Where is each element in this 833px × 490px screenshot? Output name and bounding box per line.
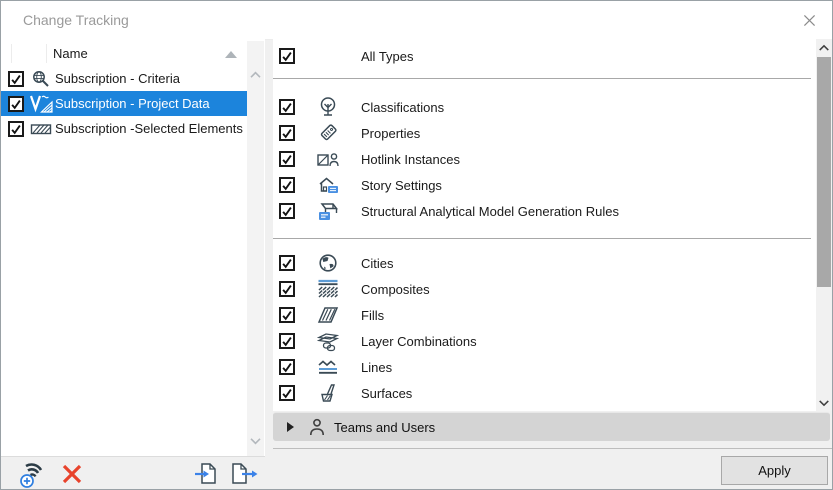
type-row-story-settings[interactable]: Story Settings [273, 172, 813, 198]
checkbox[interactable] [279, 125, 295, 141]
list-header: Name [1, 41, 247, 67]
subscription-label: Subscription - Project Data [55, 96, 210, 111]
import-icon[interactable] [193, 460, 222, 487]
project-data-icon [29, 94, 53, 114]
lines-icon [315, 355, 341, 379]
scroll-up-icon[interactable] [248, 67, 263, 82]
cities-icon [315, 251, 341, 275]
type-label: Layer Combinations [361, 334, 477, 349]
column-separator [11, 44, 12, 63]
type-row-composites[interactable]: Composites [273, 276, 813, 302]
column-separator [46, 44, 47, 63]
right-scrollbar[interactable] [816, 39, 832, 411]
type-row-properties[interactable]: Properties [273, 120, 813, 146]
left-scrollbar[interactable] [247, 41, 264, 456]
apply-button[interactable]: Apply [721, 456, 828, 485]
type-row-lines[interactable]: Lines [273, 354, 813, 380]
type-row-layer-combinations[interactable]: Layer Combinations [273, 328, 813, 354]
title-bar: Change Tracking [1, 1, 832, 40]
type-label: Cities [361, 256, 394, 271]
subscriptions-panel: Name Subscription - Criteria [1, 39, 265, 456]
scroll-down-icon[interactable] [248, 434, 263, 449]
criteria-search-icon [29, 69, 53, 89]
change-tracking-dialog: Change Tracking Name Subs [0, 0, 833, 490]
checkbox[interactable] [8, 96, 24, 112]
composites-icon [315, 277, 341, 301]
type-label: Story Settings [361, 178, 442, 193]
footer-divider [273, 448, 832, 449]
type-row-cities[interactable]: Cities [273, 250, 813, 276]
scroll-down-icon[interactable] [816, 395, 832, 411]
checkbox[interactable] [279, 385, 295, 401]
change-types-panel: All Types Classifications [273, 39, 832, 411]
fills-icon [315, 303, 341, 327]
checkbox[interactable] [8, 71, 24, 87]
type-row-structural-rules[interactable]: Structural Analytical Model Generation R… [273, 198, 813, 224]
subscription-row-criteria[interactable]: Subscription - Criteria [1, 66, 247, 91]
type-label: Composites [361, 282, 430, 297]
person-icon [307, 417, 327, 437]
scrollbar-thumb[interactable] [817, 57, 831, 287]
type-row-fills[interactable]: Fills [273, 302, 813, 328]
checkbox[interactable] [279, 99, 295, 115]
checkbox[interactable] [279, 307, 295, 323]
teams-and-users-bar[interactable]: Teams and Users [273, 412, 830, 441]
checkbox[interactable] [279, 359, 295, 375]
teams-and-users-label: Teams and Users [334, 420, 435, 435]
checkbox[interactable] [279, 48, 295, 64]
type-label: Classifications [361, 100, 444, 115]
delete-icon[interactable] [59, 461, 85, 487]
checkbox[interactable] [279, 203, 295, 219]
structural-rules-icon [315, 199, 341, 223]
type-label: Fills [361, 308, 384, 323]
sort-ascending-icon[interactable] [225, 51, 237, 58]
type-label: All Types [361, 49, 414, 64]
type-row-classifications[interactable]: Classifications [273, 94, 813, 120]
checkbox[interactable] [279, 151, 295, 167]
surfaces-icon [315, 381, 341, 405]
checkbox[interactable] [279, 333, 295, 349]
type-label: Structural Analytical Model Generation R… [361, 204, 619, 219]
group-divider [273, 238, 811, 239]
checkbox[interactable] [279, 281, 295, 297]
type-row-hotlink-instances[interactable]: Hotlink Instances [273, 146, 813, 172]
story-settings-icon [315, 173, 341, 197]
type-label: Surfaces [361, 386, 412, 401]
type-label: Hotlink Instances [361, 152, 460, 167]
classifications-icon [315, 95, 341, 119]
hotlink-instances-icon [315, 147, 341, 171]
checkbox[interactable] [279, 177, 295, 193]
export-icon[interactable] [229, 460, 260, 487]
type-row-surfaces[interactable]: Surfaces [273, 380, 813, 406]
checkbox[interactable] [8, 121, 24, 137]
subscription-row-selected-elements[interactable]: Subscription -Selected Elements [1, 116, 247, 141]
clipped-next-item-icon [327, 405, 343, 410]
add-subscription-icon[interactable] [15, 458, 53, 490]
subscription-label: Subscription -Selected Elements [55, 121, 243, 136]
dialog-title: Change Tracking [23, 12, 129, 28]
properties-icon [315, 121, 341, 145]
type-row-all-types[interactable]: All Types [273, 43, 813, 69]
subscription-label: Subscription - Criteria [55, 71, 180, 86]
name-column-header[interactable]: Name [53, 46, 88, 61]
subscriptions-toolbar [1, 456, 265, 490]
selected-elements-icon [29, 119, 53, 139]
checkbox[interactable] [279, 255, 295, 271]
type-label: Properties [361, 126, 420, 141]
scroll-up-icon[interactable] [816, 39, 832, 55]
layer-combinations-icon [315, 329, 341, 353]
subscription-row-project-data[interactable]: Subscription - Project Data [1, 91, 247, 116]
group-divider [273, 78, 811, 79]
close-icon[interactable] [794, 5, 824, 35]
type-label: Lines [361, 360, 392, 375]
expand-arrow-icon[interactable] [287, 422, 294, 432]
